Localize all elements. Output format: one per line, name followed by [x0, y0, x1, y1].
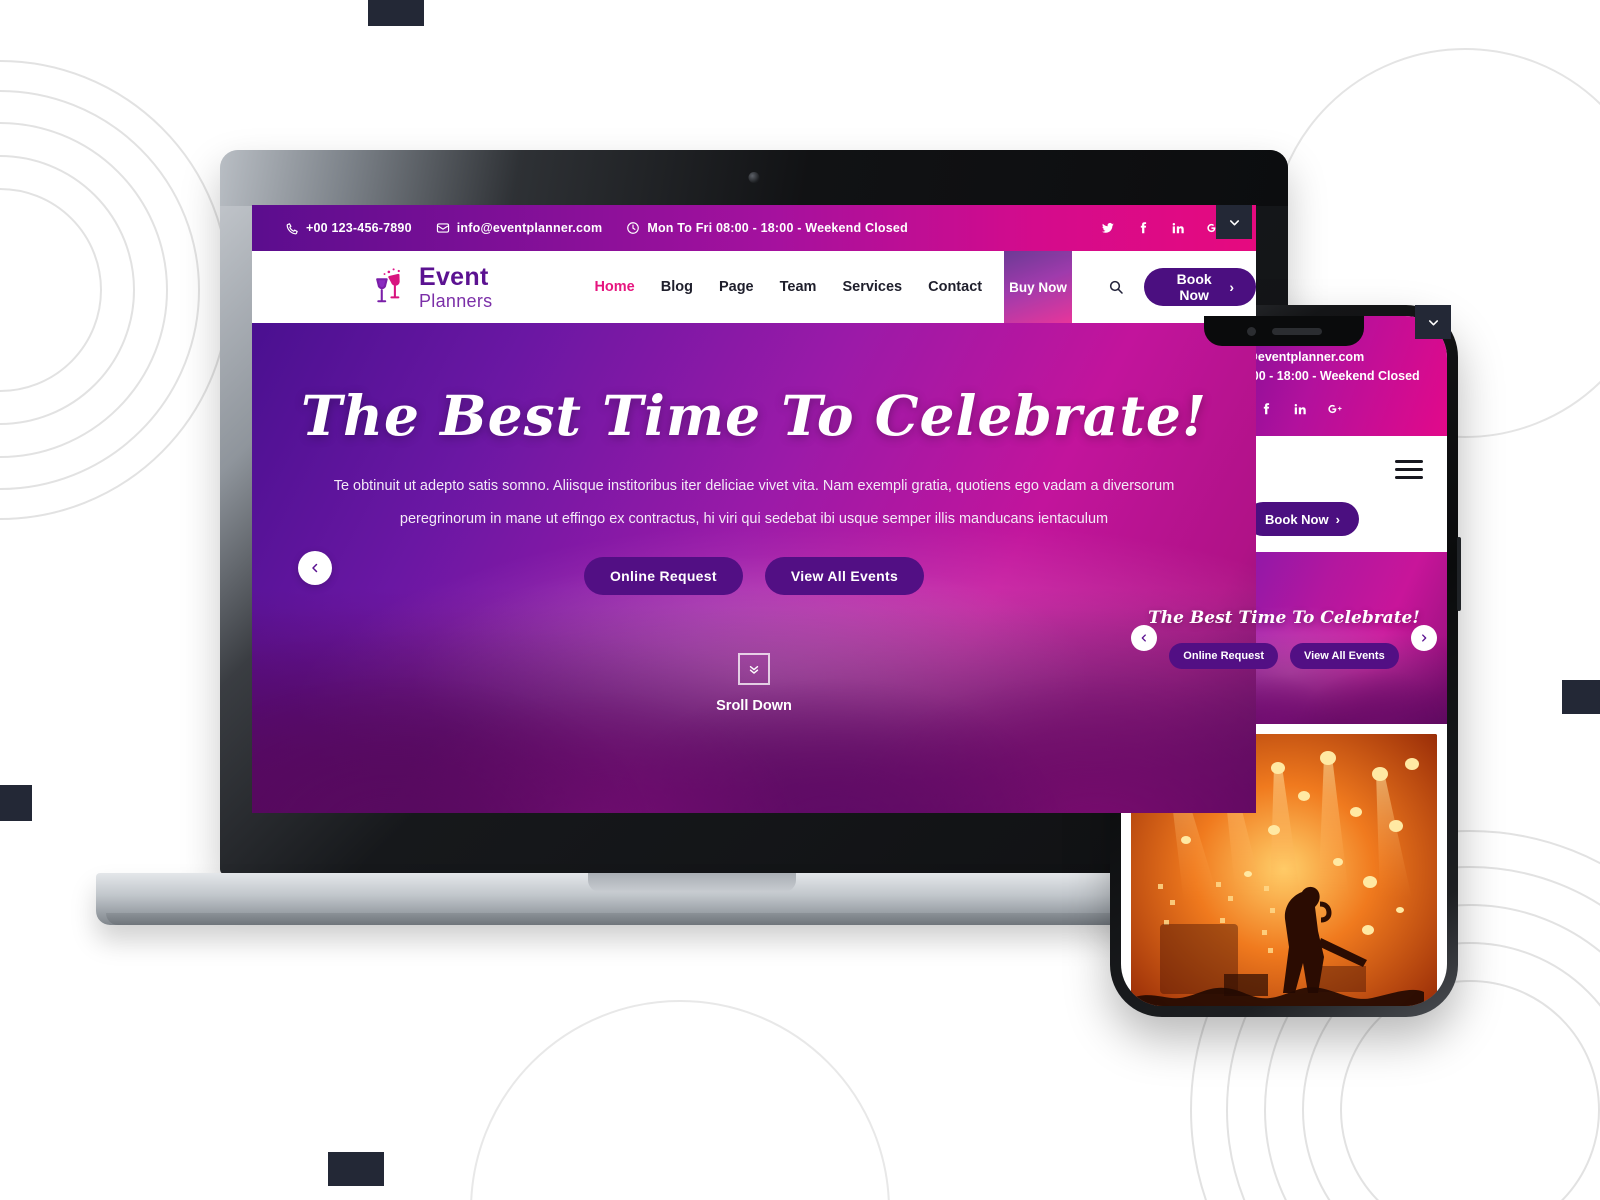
buy-now-button[interactable]: Buy Now [1004, 251, 1072, 323]
phone-book-now-label: Book Now [1265, 511, 1329, 527]
phone-notch [1204, 316, 1364, 346]
site-navbar: Event Planners Home Blog Page Team Servi… [252, 251, 1256, 323]
facebook-icon[interactable] [1259, 402, 1273, 416]
clock-icon [626, 221, 640, 235]
envelope-icon [436, 221, 450, 235]
hamburger-menu-icon[interactable] [1395, 459, 1423, 479]
circle-outline-bottom-center-decoration [470, 1000, 890, 1200]
chevron-right-icon: › [1229, 279, 1234, 295]
chevron-right-icon: › [1335, 511, 1340, 527]
phone-power-button [1457, 537, 1461, 611]
carousel-prev-button[interactable] [298, 551, 332, 585]
laptop-chevron-down-badge[interactable] [1216, 205, 1252, 239]
facebook-icon[interactable] [1136, 221, 1150, 235]
earpiece-speaker-icon [1271, 327, 1322, 335]
phone-carousel-next-button[interactable] [1411, 625, 1437, 651]
nav-item-page[interactable]: Page [719, 279, 754, 295]
laptop-lid: +00 123-456-7890 info@eventplanner.com M… [220, 150, 1288, 875]
online-request-button[interactable]: Online Request [583, 557, 743, 596]
nav-item-services[interactable]: Services [842, 279, 902, 295]
linkedin-icon[interactable] [1293, 402, 1307, 416]
topbar-social-links [1101, 221, 1222, 235]
topbar-phone[interactable]: +00 123-456-7890 [286, 221, 412, 235]
double-chevron-down-icon [738, 653, 770, 686]
topbar-phone-text: +00 123-456-7890 [306, 221, 412, 235]
phone-chevron-down-badge[interactable] [1415, 305, 1451, 339]
search-icon[interactable] [1108, 279, 1124, 295]
laptop-webcam-icon [748, 172, 760, 183]
laptop-screen: +00 123-456-7890 info@eventplanner.com M… [252, 205, 1256, 813]
scroll-down-indicator[interactable]: Sroll Down [252, 653, 1256, 714]
wine-glasses-logo-icon [372, 267, 410, 307]
googleplus-icon[interactable] [1327, 402, 1343, 416]
nav-item-team[interactable]: Team [780, 279, 817, 295]
hero-paragraph: Te obtinuit ut adepto satis somno. Aliis… [333, 478, 1175, 527]
phone-hero-title: The Best Time To Celebrate! [1148, 607, 1420, 628]
square-decoration-top [368, 0, 424, 26]
phone-view-all-events-button[interactable]: View All Events [1289, 642, 1399, 669]
topbar-hours: Mon To Fri 08:00 - 18:00 - Weekend Close… [626, 221, 908, 235]
hero-buttons: Online Request View All Events [252, 557, 1256, 596]
screenshot-canvas: +00 123-456-7890 info@eventplanner.com M… [0, 0, 1600, 1200]
phone-icon [286, 222, 299, 235]
scroll-down-label: Sroll Down [716, 698, 792, 715]
phone-hero-buttons: Online Request View All Events [1169, 642, 1399, 669]
brand-line-1: Event [419, 262, 489, 291]
hero-slider: The Best Time To Celebrate! Te obtinuit … [252, 323, 1256, 813]
hero-content: The Best Time To Celebrate! Te obtinuit … [252, 323, 1256, 714]
square-decoration-right [1562, 680, 1600, 714]
topbar-email-text: info@eventplanner.com [456, 221, 603, 235]
square-decoration-left [0, 785, 32, 821]
linkedin-icon[interactable] [1171, 221, 1185, 235]
book-now-button[interactable]: Book Now › [1144, 268, 1256, 306]
website-desktop-view: +00 123-456-7890 info@eventplanner.com M… [252, 205, 1256, 813]
phone-carousel-prev-button[interactable] [1131, 625, 1157, 651]
square-decoration-bottom [328, 1152, 384, 1186]
hero-title: The Best Time To Celebrate! [301, 383, 1207, 448]
phone-online-request-button[interactable]: Online Request [1169, 642, 1278, 669]
laptop-mockup: +00 123-456-7890 info@eventplanner.com M… [96, 150, 1288, 925]
nav-item-contact[interactable]: Contact [928, 279, 982, 295]
twitter-icon[interactable] [1101, 221, 1115, 235]
brand-logo[interactable]: Event Planners [372, 262, 493, 311]
main-menu: Home Blog Page Team Services Contact [594, 279, 982, 295]
view-all-events-button[interactable]: View All Events [764, 557, 925, 596]
brand-text: Event Planners [419, 262, 493, 311]
site-topbar: +00 123-456-7890 info@eventplanner.com M… [252, 205, 1256, 251]
front-camera-icon [1246, 326, 1256, 336]
brand-line-2: Planners [419, 290, 493, 311]
book-now-label: Book Now [1176, 271, 1212, 303]
topbar-email[interactable]: info@eventplanner.com [436, 221, 603, 235]
nav-item-blog[interactable]: Blog [661, 279, 693, 295]
phone-book-now-button[interactable]: Book Now › [1246, 502, 1359, 536]
nav-item-home[interactable]: Home [594, 279, 634, 295]
topbar-hours-text: Mon To Fri 08:00 - 18:00 - Weekend Close… [647, 221, 908, 235]
